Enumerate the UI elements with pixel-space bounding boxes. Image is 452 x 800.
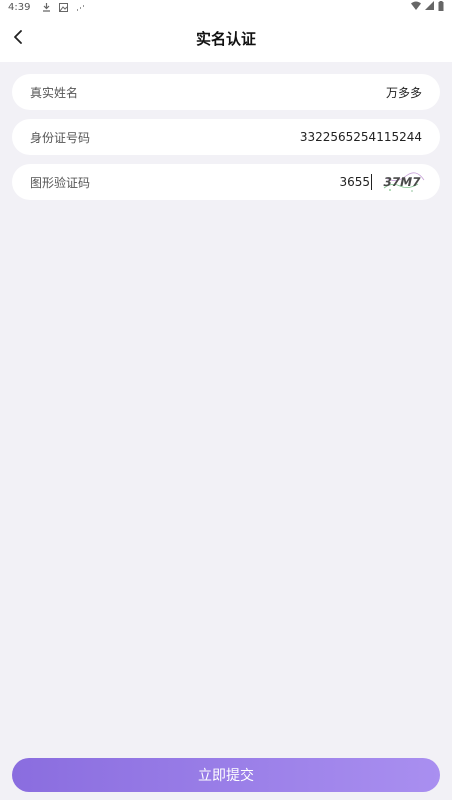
captcha-input[interactable]: 3655 (90, 175, 370, 189)
chevron-left-icon (12, 29, 24, 48)
name-input[interactable]: 万多多 (78, 84, 422, 101)
name-label: 真实姓名 (30, 85, 79, 100)
status-time: 4:39 (8, 1, 31, 13)
photo-icon (59, 2, 69, 12)
status-bar: 4:39 (0, 0, 452, 14)
name-row: 真实姓名 万多多 (12, 74, 440, 110)
cell-signal-icon (425, 1, 434, 13)
id-number-input[interactable]: 3322565254115244 (90, 130, 422, 144)
captcha-image[interactable]: 37M7 (382, 170, 426, 194)
id-number-label: 身份证号码 (30, 130, 91, 145)
page-title: 实名认证 (195, 29, 256, 48)
battery-icon (438, 0, 444, 14)
verification-form: 真实姓名 万多多 身份证号码 3322565254115244 图形验证码 36… (12, 74, 440, 209)
submit-button[interactable]: 立即提交 (12, 758, 440, 792)
signal-small-icon (76, 3, 86, 11)
captcha-row: 图形验证码 3655 37M7 (12, 164, 440, 200)
captcha-label: 图形验证码 (30, 175, 91, 190)
captcha-image-text: 37M7 (382, 175, 422, 189)
text-caret (371, 174, 372, 190)
wifi-icon (411, 1, 421, 13)
nav-bar: 实名认证 (0, 14, 452, 62)
download-icon (42, 2, 51, 12)
back-button[interactable] (6, 26, 30, 50)
id-number-row: 身份证号码 3322565254115244 (12, 119, 440, 155)
